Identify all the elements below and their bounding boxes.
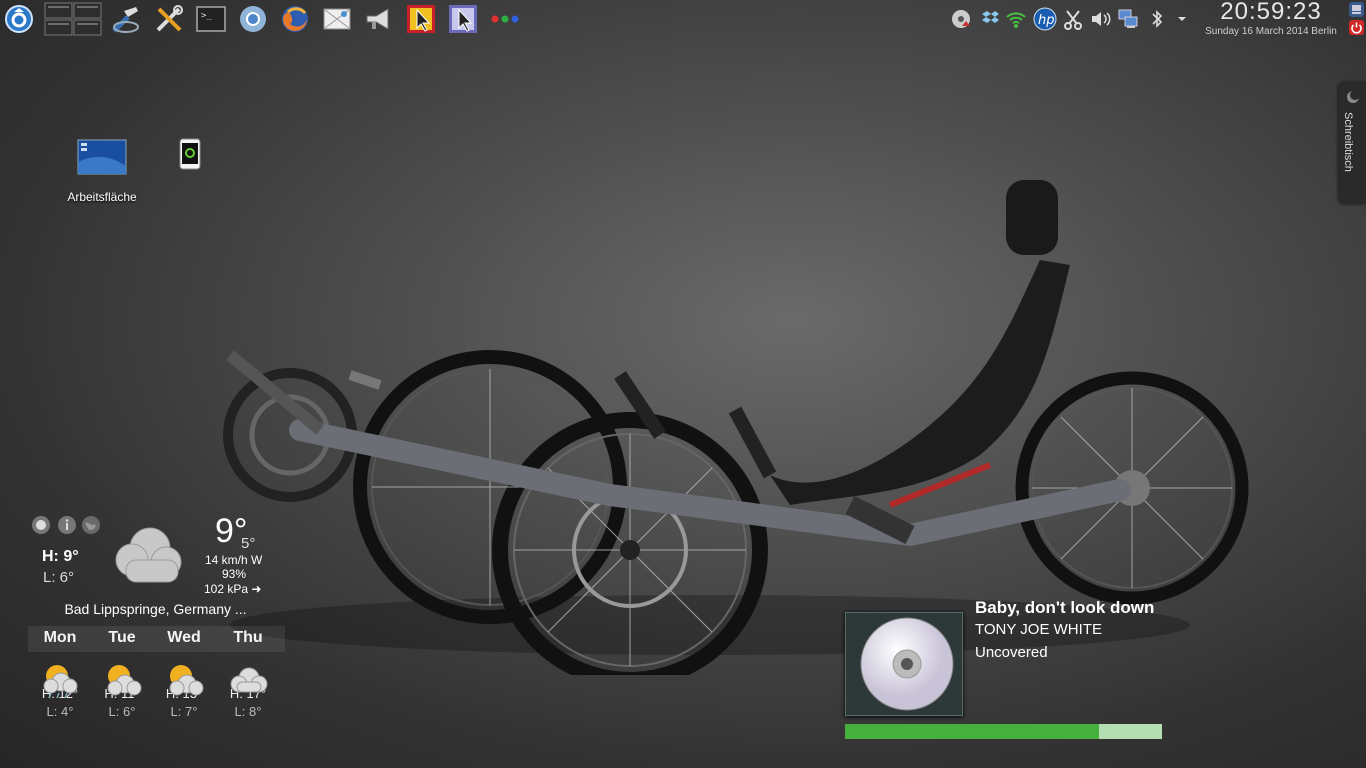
forecast-day-name: Wed [167,629,201,646]
network-icon[interactable] [1117,8,1139,30]
pointer-app-blue-icon[interactable] [447,3,479,35]
pressure: 102 kPa ➜ [204,582,262,596]
dropbox-icon[interactable] [978,8,1000,30]
tools-icon[interactable] [153,3,185,35]
sun-cloud-icon [163,662,207,703]
info-icon[interactable] [57,515,77,540]
screenshot-icon[interactable] [321,3,353,35]
forecast-low: L: 7° [170,704,198,719]
forecast-day: Wed H: 13° L: 7° [153,626,215,719]
forecast-day-name: Tue [108,629,136,646]
track-artist: TONY JOE WHITE [975,621,1102,638]
chromium-icon[interactable] [237,3,269,35]
top-panel: >_ hp 20:59:23 Sunday 16 March 2014 Berl… [0,0,1366,40]
cloud-icon [108,520,190,595]
forecast-low: L: 4° [46,704,74,719]
desktop-sidetab[interactable]: Schreibtisch [1339,82,1366,204]
bluetooth-icon[interactable] [1146,8,1168,30]
network-disk-icon[interactable] [950,8,972,30]
clock-date: Sunday 16 March 2014 Berlin [1205,26,1337,37]
kde-menu-icon[interactable] [3,3,35,35]
forecast-day: Thu H: 17° L: 8° [217,626,279,719]
window-list-icon[interactable] [1349,2,1364,17]
rain-sun-icon [39,660,83,705]
shutdown-icon[interactable] [1349,20,1364,35]
track-title: Baby, don't look down [975,598,1155,617]
megaphone-icon[interactable] [363,3,395,35]
humidity: 93% [222,567,247,581]
svg-text:hp: hp [1038,13,1055,28]
current-high: H: 9° [42,548,79,565]
album-cover[interactable] [845,612,963,716]
desktop-folder-icon [77,138,127,178]
terminal-icon[interactable]: >_ [195,3,227,35]
tray-expand-icon[interactable] [1171,8,1193,30]
phone-icon [178,138,202,175]
pager-icon[interactable] [42,2,104,36]
forecast-day: Mon H: 12° L: 4° [29,626,91,719]
current-low: L: 6° [43,569,75,586]
moon-icon [1346,90,1360,109]
svg-text:>_: >_ [201,11,212,21]
wind-speed: 14 km/h W [205,553,263,567]
cd-icon [860,617,954,716]
track-progress-fill [845,724,1099,739]
forecast-day-name: Mon [43,629,77,646]
volume-icon[interactable] [1089,8,1111,30]
forecast-low: L: 6° [108,704,136,719]
globe-icon[interactable] [81,515,101,540]
scissors-icon[interactable] [1062,8,1084,30]
desktop-icon-arbeitsflaeche[interactable]: Arbeitsfläche [60,138,144,204]
track-album: Uncovered [975,644,1048,661]
desktop-icon-label: Arbeitsfläche [67,190,137,204]
dots-icon[interactable] [489,3,521,35]
forecast-day: Tue H: 11° L: 6° [91,626,153,719]
sun-cloud-icon [101,662,145,703]
sun-toggle-icon[interactable] [31,515,51,540]
pointer-app-red-icon[interactable] [405,3,437,35]
firefox-icon[interactable] [279,3,311,35]
forecast-low: L: 8° [234,704,262,719]
sidetab-label: Schreibtisch [1342,112,1354,172]
cloud-icon [227,664,271,703]
forecast-day-name: Thu [233,629,263,646]
feels-like-temp: 5° [241,535,256,552]
system-settings-icon[interactable] [110,3,142,35]
weather-location[interactable]: Bad Lippspringe, Germany ... [28,601,283,617]
wifi-icon[interactable] [1005,8,1027,30]
track-progress-bar[interactable] [845,724,1162,739]
desktop-icon-phone[interactable] [178,138,202,175]
clock-time[interactable]: 20:59:23 [1198,0,1344,26]
hp-icon[interactable]: hp [1033,7,1057,31]
